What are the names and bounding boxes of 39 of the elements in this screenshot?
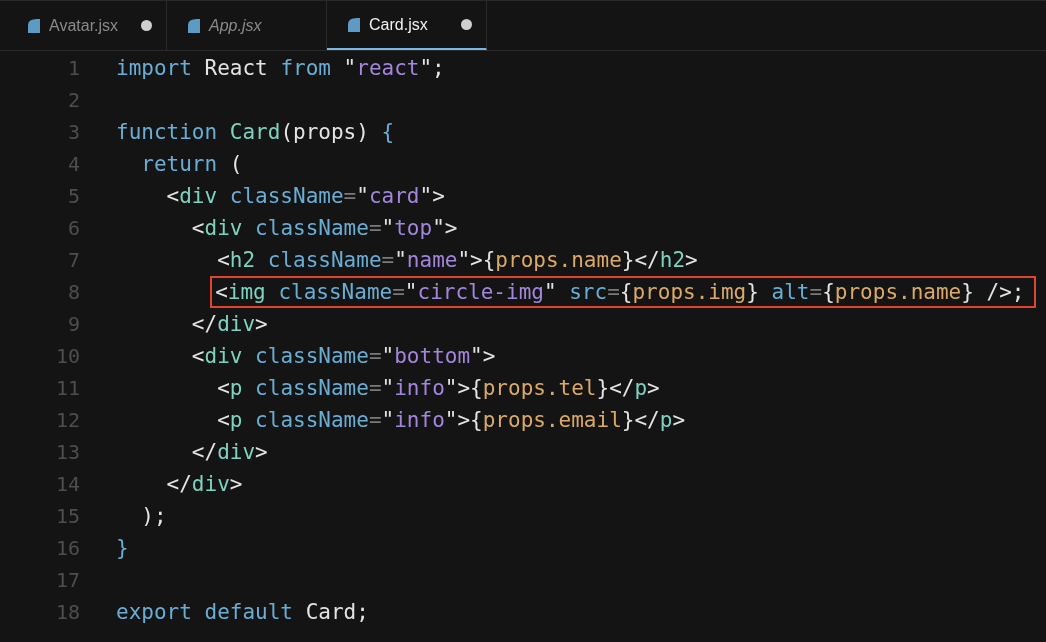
code-line: return ( xyxy=(140,151,244,178)
code-line: ); xyxy=(140,503,168,530)
line-number: 5 xyxy=(66,183,80,210)
file-icon xyxy=(187,18,200,33)
code-line: <p className="info">{props.email}</p> xyxy=(216,407,687,434)
editor-tab[interactable]: App.jsx xyxy=(167,1,327,50)
line-number: 10 xyxy=(54,343,80,370)
editor-tab[interactable]: Avatar.jsx xyxy=(7,1,167,50)
code-line: <div className="bottom"> xyxy=(190,343,497,370)
line-number: 2 xyxy=(66,87,80,114)
line-number: 11 xyxy=(54,375,80,402)
code-line: </div> xyxy=(165,471,244,498)
code-line: <h2 className="name">{props.name}</h2> xyxy=(216,247,699,274)
line-number: 17 xyxy=(54,567,80,594)
code-line: <div className="top"> xyxy=(190,215,459,242)
code-line: import React from "react"; xyxy=(115,55,446,82)
line-number: 12 xyxy=(54,407,80,434)
line-number: 4 xyxy=(66,151,80,178)
file-icon xyxy=(27,18,40,33)
line-number: 9 xyxy=(66,311,80,338)
code-line: } xyxy=(115,535,130,562)
line-number: 8 xyxy=(66,279,80,306)
line-number: 7 xyxy=(66,247,80,274)
line-number: 3 xyxy=(66,119,80,146)
file-icon xyxy=(347,17,360,32)
line-number: 16 xyxy=(54,535,80,562)
code-line: <p className="info">{props.tel}</p> xyxy=(216,375,661,402)
line-number: 14 xyxy=(54,471,80,498)
line-number: 15 xyxy=(54,503,80,530)
line-number: 13 xyxy=(54,439,80,466)
code-line: export default Card; xyxy=(115,599,370,626)
code-line: </div> xyxy=(190,439,269,466)
line-number: 1 xyxy=(66,55,80,82)
code-line: function Card(props) { xyxy=(115,119,396,146)
line-number: 6 xyxy=(66,215,80,242)
editor-tab[interactable]: Card.jsx xyxy=(327,1,487,50)
line-number: 18 xyxy=(54,599,80,626)
code-line: <div className="card"> xyxy=(165,183,446,210)
code-line: </div> xyxy=(190,311,269,338)
